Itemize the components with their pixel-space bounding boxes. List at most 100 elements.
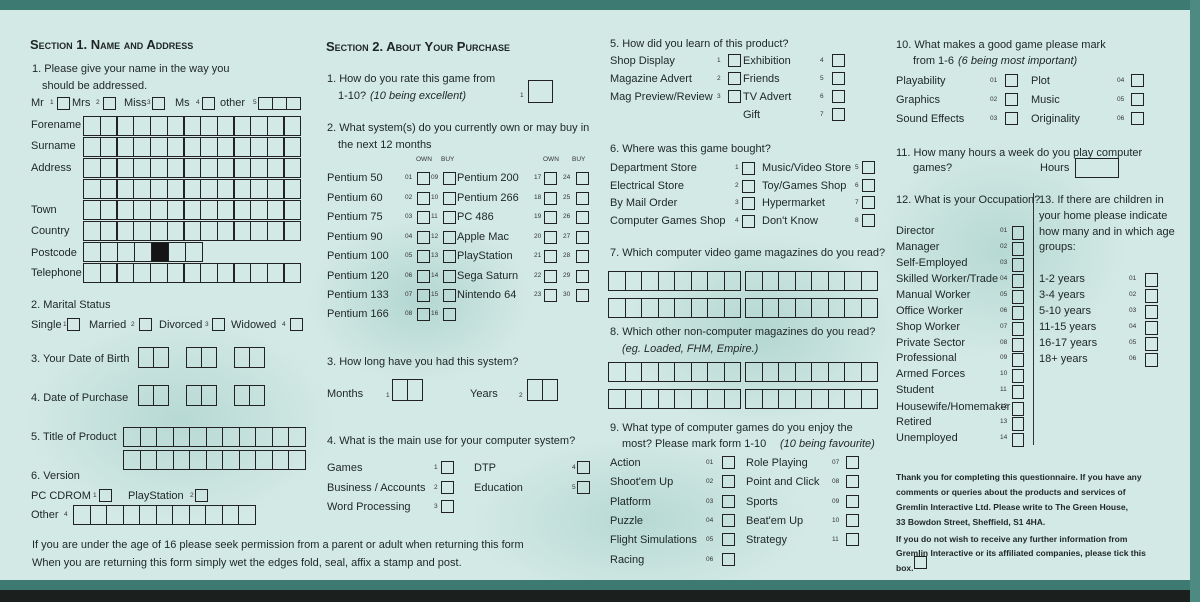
occupation-checkbox[interactable] xyxy=(1012,417,1024,431)
name-address-char-box[interactable] xyxy=(83,116,101,136)
magazine-char-box[interactable] xyxy=(674,298,692,318)
other-title-box[interactable] xyxy=(272,97,288,110)
product-title-box[interactable] xyxy=(139,450,158,470)
product-title-box[interactable] xyxy=(255,450,273,470)
name-address-char-box[interactable] xyxy=(199,221,218,241)
age-group-checkbox[interactable] xyxy=(1145,273,1158,287)
name-address-char-box[interactable] xyxy=(116,179,135,199)
quality-checkbox[interactable] xyxy=(1005,93,1018,106)
magazine-char-box[interactable] xyxy=(657,298,676,318)
magazine-char-box[interactable] xyxy=(745,298,763,318)
magazine-char-box[interactable] xyxy=(624,298,643,318)
magazine-char-box[interactable] xyxy=(778,271,796,291)
buy-checkbox[interactable] xyxy=(443,231,456,244)
product-title-box[interactable] xyxy=(172,450,191,470)
date-of-birth-box[interactable] xyxy=(153,347,170,368)
product-title-box[interactable] xyxy=(123,427,141,447)
date-of-birth-box[interactable] xyxy=(186,347,203,368)
name-address-char-box[interactable] xyxy=(266,179,285,199)
name-address-char-box[interactable] xyxy=(283,221,302,241)
own-checkbox[interactable] xyxy=(544,172,557,185)
name-address-char-box[interactable] xyxy=(266,116,285,136)
magazine-char-box[interactable] xyxy=(844,271,862,291)
magazine-char-box[interactable] xyxy=(860,362,879,382)
occupation-checkbox[interactable] xyxy=(1012,322,1024,336)
magazine-char-box[interactable] xyxy=(657,362,676,382)
version-other-box[interactable] xyxy=(205,505,223,525)
postcode-char-box[interactable] xyxy=(100,242,119,262)
own-checkbox[interactable] xyxy=(544,211,557,224)
name-address-char-box[interactable] xyxy=(83,221,101,241)
name-address-char-box[interactable] xyxy=(99,116,118,136)
date-of-birth-box[interactable] xyxy=(234,347,251,368)
own-checkbox[interactable] xyxy=(417,289,430,302)
magazine-char-box[interactable] xyxy=(745,362,763,382)
product-title-box[interactable] xyxy=(189,450,207,470)
name-address-char-box[interactable] xyxy=(199,158,218,178)
buy-checkbox[interactable] xyxy=(576,270,589,283)
name-address-char-box[interactable] xyxy=(149,137,168,157)
age-group-checkbox[interactable] xyxy=(1145,337,1158,351)
name-address-char-box[interactable] xyxy=(133,263,152,283)
magazine-char-box[interactable] xyxy=(690,271,709,291)
name-address-char-box[interactable] xyxy=(250,137,268,157)
name-address-char-box[interactable] xyxy=(166,263,185,283)
name-address-char-box[interactable] xyxy=(133,137,152,157)
date-of-birth-box[interactable] xyxy=(201,347,218,368)
occupation-checkbox[interactable] xyxy=(1012,369,1024,383)
buy-checkbox[interactable] xyxy=(443,211,456,224)
magazine-char-box[interactable] xyxy=(860,389,879,409)
name-address-char-box[interactable] xyxy=(233,200,252,220)
magazine-char-box[interactable] xyxy=(844,389,862,409)
magazine-char-box[interactable] xyxy=(811,362,829,382)
buy-checkbox[interactable] xyxy=(443,172,456,185)
buy-checkbox[interactable] xyxy=(576,289,589,302)
magazine-char-box[interactable] xyxy=(608,271,626,291)
magazine-char-box[interactable] xyxy=(723,389,742,409)
years-box[interactable] xyxy=(542,379,559,401)
name-address-char-box[interactable] xyxy=(233,179,252,199)
magazine-char-box[interactable] xyxy=(674,362,692,382)
magazine-char-box[interactable] xyxy=(761,362,780,382)
store-checkbox[interactable] xyxy=(742,215,755,228)
name-address-char-box[interactable] xyxy=(149,200,168,220)
magazine-char-box[interactable] xyxy=(794,362,813,382)
magazine-char-box[interactable] xyxy=(624,271,643,291)
use-checkbox[interactable] xyxy=(441,500,454,513)
learn-checkbox[interactable] xyxy=(728,72,741,85)
postcode-char-box[interactable] xyxy=(117,242,136,262)
magazine-char-box[interactable] xyxy=(860,271,879,291)
date-of-purchase-box[interactable] xyxy=(201,385,218,406)
game-type-checkbox[interactable] xyxy=(722,514,735,527)
months-box[interactable] xyxy=(407,379,424,401)
magazine-char-box[interactable] xyxy=(745,271,763,291)
date-of-purchase-box[interactable] xyxy=(153,385,170,406)
name-address-char-box[interactable] xyxy=(116,263,135,283)
product-title-box[interactable] xyxy=(139,427,158,447)
name-address-char-box[interactable] xyxy=(83,200,101,220)
name-address-char-box[interactable] xyxy=(283,116,302,136)
name-address-char-box[interactable] xyxy=(149,179,168,199)
magazine-char-box[interactable] xyxy=(844,298,862,318)
name-address-char-box[interactable] xyxy=(199,263,218,283)
learn-checkbox[interactable] xyxy=(832,90,845,103)
magazine-char-box[interactable] xyxy=(860,298,879,318)
magazine-char-box[interactable] xyxy=(794,389,813,409)
product-title-box[interactable] xyxy=(222,427,240,447)
magazine-char-box[interactable] xyxy=(794,298,813,318)
version-other-box[interactable] xyxy=(155,505,174,525)
use-checkbox[interactable] xyxy=(577,481,590,494)
occupation-checkbox[interactable] xyxy=(1012,385,1024,399)
version-other-box[interactable] xyxy=(122,505,141,525)
name-address-char-box[interactable] xyxy=(233,158,252,178)
version-other-box[interactable] xyxy=(188,505,207,525)
own-checkbox[interactable] xyxy=(417,211,430,224)
name-address-char-box[interactable] xyxy=(133,179,152,199)
learn-checkbox[interactable] xyxy=(832,108,845,121)
title-checkbox[interactable] xyxy=(57,97,70,110)
buy-checkbox[interactable] xyxy=(576,250,589,263)
date-of-purchase-box[interactable] xyxy=(138,385,155,406)
magazine-char-box[interactable] xyxy=(624,362,643,382)
other-title-box[interactable] xyxy=(286,97,302,110)
name-address-char-box[interactable] xyxy=(233,116,252,136)
